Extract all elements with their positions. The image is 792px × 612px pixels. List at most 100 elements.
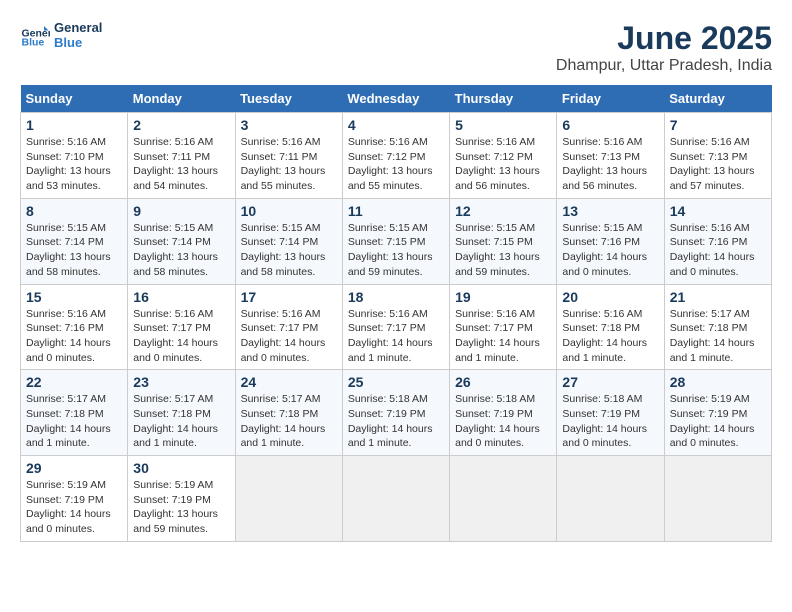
day-number: 4	[348, 117, 444, 133]
day-number: 12	[455, 203, 551, 219]
svg-text:Blue: Blue	[22, 37, 45, 49]
day-number: 14	[670, 203, 766, 219]
header-monday: Monday	[128, 85, 235, 113]
day-info: Sunrise: 5:18 AM Sunset: 7:19 PM Dayligh…	[348, 392, 444, 451]
calendar-cell: 22 Sunrise: 5:17 AM Sunset: 7:18 PM Dayl…	[21, 370, 128, 456]
day-number: 9	[133, 203, 229, 219]
day-info: Sunrise: 5:19 AM Sunset: 7:19 PM Dayligh…	[670, 392, 766, 451]
calendar-cell: 27 Sunrise: 5:18 AM Sunset: 7:19 PM Dayl…	[557, 370, 664, 456]
calendar-cell: 18 Sunrise: 5:16 AM Sunset: 7:17 PM Dayl…	[342, 284, 449, 370]
sunset-label: Sunset: 7:17 PM	[348, 322, 426, 334]
day-info: Sunrise: 5:15 AM Sunset: 7:15 PM Dayligh…	[348, 221, 444, 280]
calendar-cell: 4 Sunrise: 5:16 AM Sunset: 7:12 PM Dayli…	[342, 113, 449, 199]
day-number: 11	[348, 203, 444, 219]
sunrise-label: Sunrise: 5:19 AM	[26, 479, 106, 491]
day-info: Sunrise: 5:16 AM Sunset: 7:11 PM Dayligh…	[133, 135, 229, 194]
day-number: 26	[455, 374, 551, 390]
daylight-label: Daylight: 14 hours and 1 minute.	[133, 423, 218, 450]
day-info: Sunrise: 5:16 AM Sunset: 7:13 PM Dayligh…	[562, 135, 658, 194]
calendar-cell: 15 Sunrise: 5:16 AM Sunset: 7:16 PM Dayl…	[21, 284, 128, 370]
calendar-table: Sunday Monday Tuesday Wednesday Thursday…	[20, 85, 772, 542]
calendar-title: June 2025	[556, 20, 772, 57]
sunset-label: Sunset: 7:15 PM	[455, 236, 533, 248]
daylight-label: Daylight: 13 hours and 59 minutes.	[133, 508, 218, 535]
sunset-label: Sunset: 7:16 PM	[670, 236, 748, 248]
daylight-label: Daylight: 13 hours and 59 minutes.	[348, 251, 433, 278]
day-info: Sunrise: 5:16 AM Sunset: 7:12 PM Dayligh…	[348, 135, 444, 194]
day-number: 25	[348, 374, 444, 390]
sunset-label: Sunset: 7:18 PM	[562, 322, 640, 334]
daylight-label: Daylight: 13 hours and 55 minutes.	[348, 165, 433, 192]
header-thursday: Thursday	[450, 85, 557, 113]
calendar-cell: 26 Sunrise: 5:18 AM Sunset: 7:19 PM Dayl…	[450, 370, 557, 456]
day-info: Sunrise: 5:15 AM Sunset: 7:14 PM Dayligh…	[26, 221, 122, 280]
sunrise-label: Sunrise: 5:15 AM	[348, 222, 428, 234]
day-info: Sunrise: 5:19 AM Sunset: 7:19 PM Dayligh…	[26, 478, 122, 537]
sunset-label: Sunset: 7:19 PM	[348, 408, 426, 420]
sunrise-label: Sunrise: 5:16 AM	[670, 136, 750, 148]
calendar-cell: 7 Sunrise: 5:16 AM Sunset: 7:13 PM Dayli…	[664, 113, 771, 199]
sunset-label: Sunset: 7:13 PM	[562, 151, 640, 163]
sunset-label: Sunset: 7:10 PM	[26, 151, 104, 163]
calendar-cell: 9 Sunrise: 5:15 AM Sunset: 7:14 PM Dayli…	[128, 198, 235, 284]
day-number: 16	[133, 289, 229, 305]
sunset-label: Sunset: 7:19 PM	[670, 408, 748, 420]
sunrise-label: Sunrise: 5:16 AM	[133, 136, 213, 148]
day-number: 2	[133, 117, 229, 133]
sunset-label: Sunset: 7:11 PM	[241, 151, 318, 163]
day-info: Sunrise: 5:19 AM Sunset: 7:19 PM Dayligh…	[133, 478, 229, 537]
sunrise-label: Sunrise: 5:16 AM	[562, 308, 642, 320]
calendar-week-row: 22 Sunrise: 5:17 AM Sunset: 7:18 PM Dayl…	[21, 370, 772, 456]
day-number: 24	[241, 374, 337, 390]
daylight-label: Daylight: 14 hours and 0 minutes.	[670, 251, 755, 278]
sunset-label: Sunset: 7:16 PM	[562, 236, 640, 248]
day-info: Sunrise: 5:15 AM Sunset: 7:15 PM Dayligh…	[455, 221, 551, 280]
day-info: Sunrise: 5:16 AM Sunset: 7:12 PM Dayligh…	[455, 135, 551, 194]
day-info: Sunrise: 5:15 AM Sunset: 7:14 PM Dayligh…	[241, 221, 337, 280]
calendar-cell	[235, 456, 342, 542]
calendar-week-row: 15 Sunrise: 5:16 AM Sunset: 7:16 PM Dayl…	[21, 284, 772, 370]
logo: General Blue General Blue	[20, 20, 102, 50]
day-number: 22	[26, 374, 122, 390]
sunrise-label: Sunrise: 5:16 AM	[26, 136, 106, 148]
calendar-cell: 6 Sunrise: 5:16 AM Sunset: 7:13 PM Dayli…	[557, 113, 664, 199]
day-info: Sunrise: 5:17 AM Sunset: 7:18 PM Dayligh…	[241, 392, 337, 451]
sunset-label: Sunset: 7:16 PM	[26, 322, 104, 334]
calendar-cell: 12 Sunrise: 5:15 AM Sunset: 7:15 PM Dayl…	[450, 198, 557, 284]
sunrise-label: Sunrise: 5:16 AM	[241, 136, 321, 148]
sunrise-label: Sunrise: 5:15 AM	[562, 222, 642, 234]
calendar-week-row: 8 Sunrise: 5:15 AM Sunset: 7:14 PM Dayli…	[21, 198, 772, 284]
daylight-label: Daylight: 13 hours and 58 minutes.	[26, 251, 111, 278]
calendar-cell: 19 Sunrise: 5:16 AM Sunset: 7:17 PM Dayl…	[450, 284, 557, 370]
header-friday: Friday	[557, 85, 664, 113]
day-info: Sunrise: 5:16 AM Sunset: 7:17 PM Dayligh…	[455, 307, 551, 366]
sunrise-label: Sunrise: 5:16 AM	[455, 136, 535, 148]
sunrise-label: Sunrise: 5:15 AM	[26, 222, 106, 234]
calendar-cell: 13 Sunrise: 5:15 AM Sunset: 7:16 PM Dayl…	[557, 198, 664, 284]
calendar-cell: 24 Sunrise: 5:17 AM Sunset: 7:18 PM Dayl…	[235, 370, 342, 456]
daylight-label: Daylight: 13 hours and 56 minutes.	[455, 165, 540, 192]
sunrise-label: Sunrise: 5:15 AM	[133, 222, 213, 234]
calendar-cell	[664, 456, 771, 542]
sunset-label: Sunset: 7:18 PM	[670, 322, 748, 334]
sunrise-label: Sunrise: 5:16 AM	[562, 136, 642, 148]
sunrise-label: Sunrise: 5:19 AM	[133, 479, 213, 491]
sunset-label: Sunset: 7:19 PM	[26, 494, 104, 506]
day-info: Sunrise: 5:16 AM Sunset: 7:17 PM Dayligh…	[241, 307, 337, 366]
day-number: 21	[670, 289, 766, 305]
day-number: 19	[455, 289, 551, 305]
day-number: 15	[26, 289, 122, 305]
daylight-label: Daylight: 13 hours and 57 minutes.	[670, 165, 755, 192]
sunrise-label: Sunrise: 5:17 AM	[133, 393, 213, 405]
calendar-cell: 17 Sunrise: 5:16 AM Sunset: 7:17 PM Dayl…	[235, 284, 342, 370]
sunset-label: Sunset: 7:19 PM	[455, 408, 533, 420]
sunrise-label: Sunrise: 5:16 AM	[455, 308, 535, 320]
sunset-label: Sunset: 7:19 PM	[562, 408, 640, 420]
logo-icon: General Blue	[20, 20, 50, 50]
sunset-label: Sunset: 7:17 PM	[455, 322, 533, 334]
sunset-label: Sunset: 7:17 PM	[133, 322, 211, 334]
sunrise-label: Sunrise: 5:18 AM	[562, 393, 642, 405]
day-number: 29	[26, 460, 122, 476]
logo-line2: Blue	[54, 35, 102, 50]
sunset-label: Sunset: 7:12 PM	[348, 151, 426, 163]
